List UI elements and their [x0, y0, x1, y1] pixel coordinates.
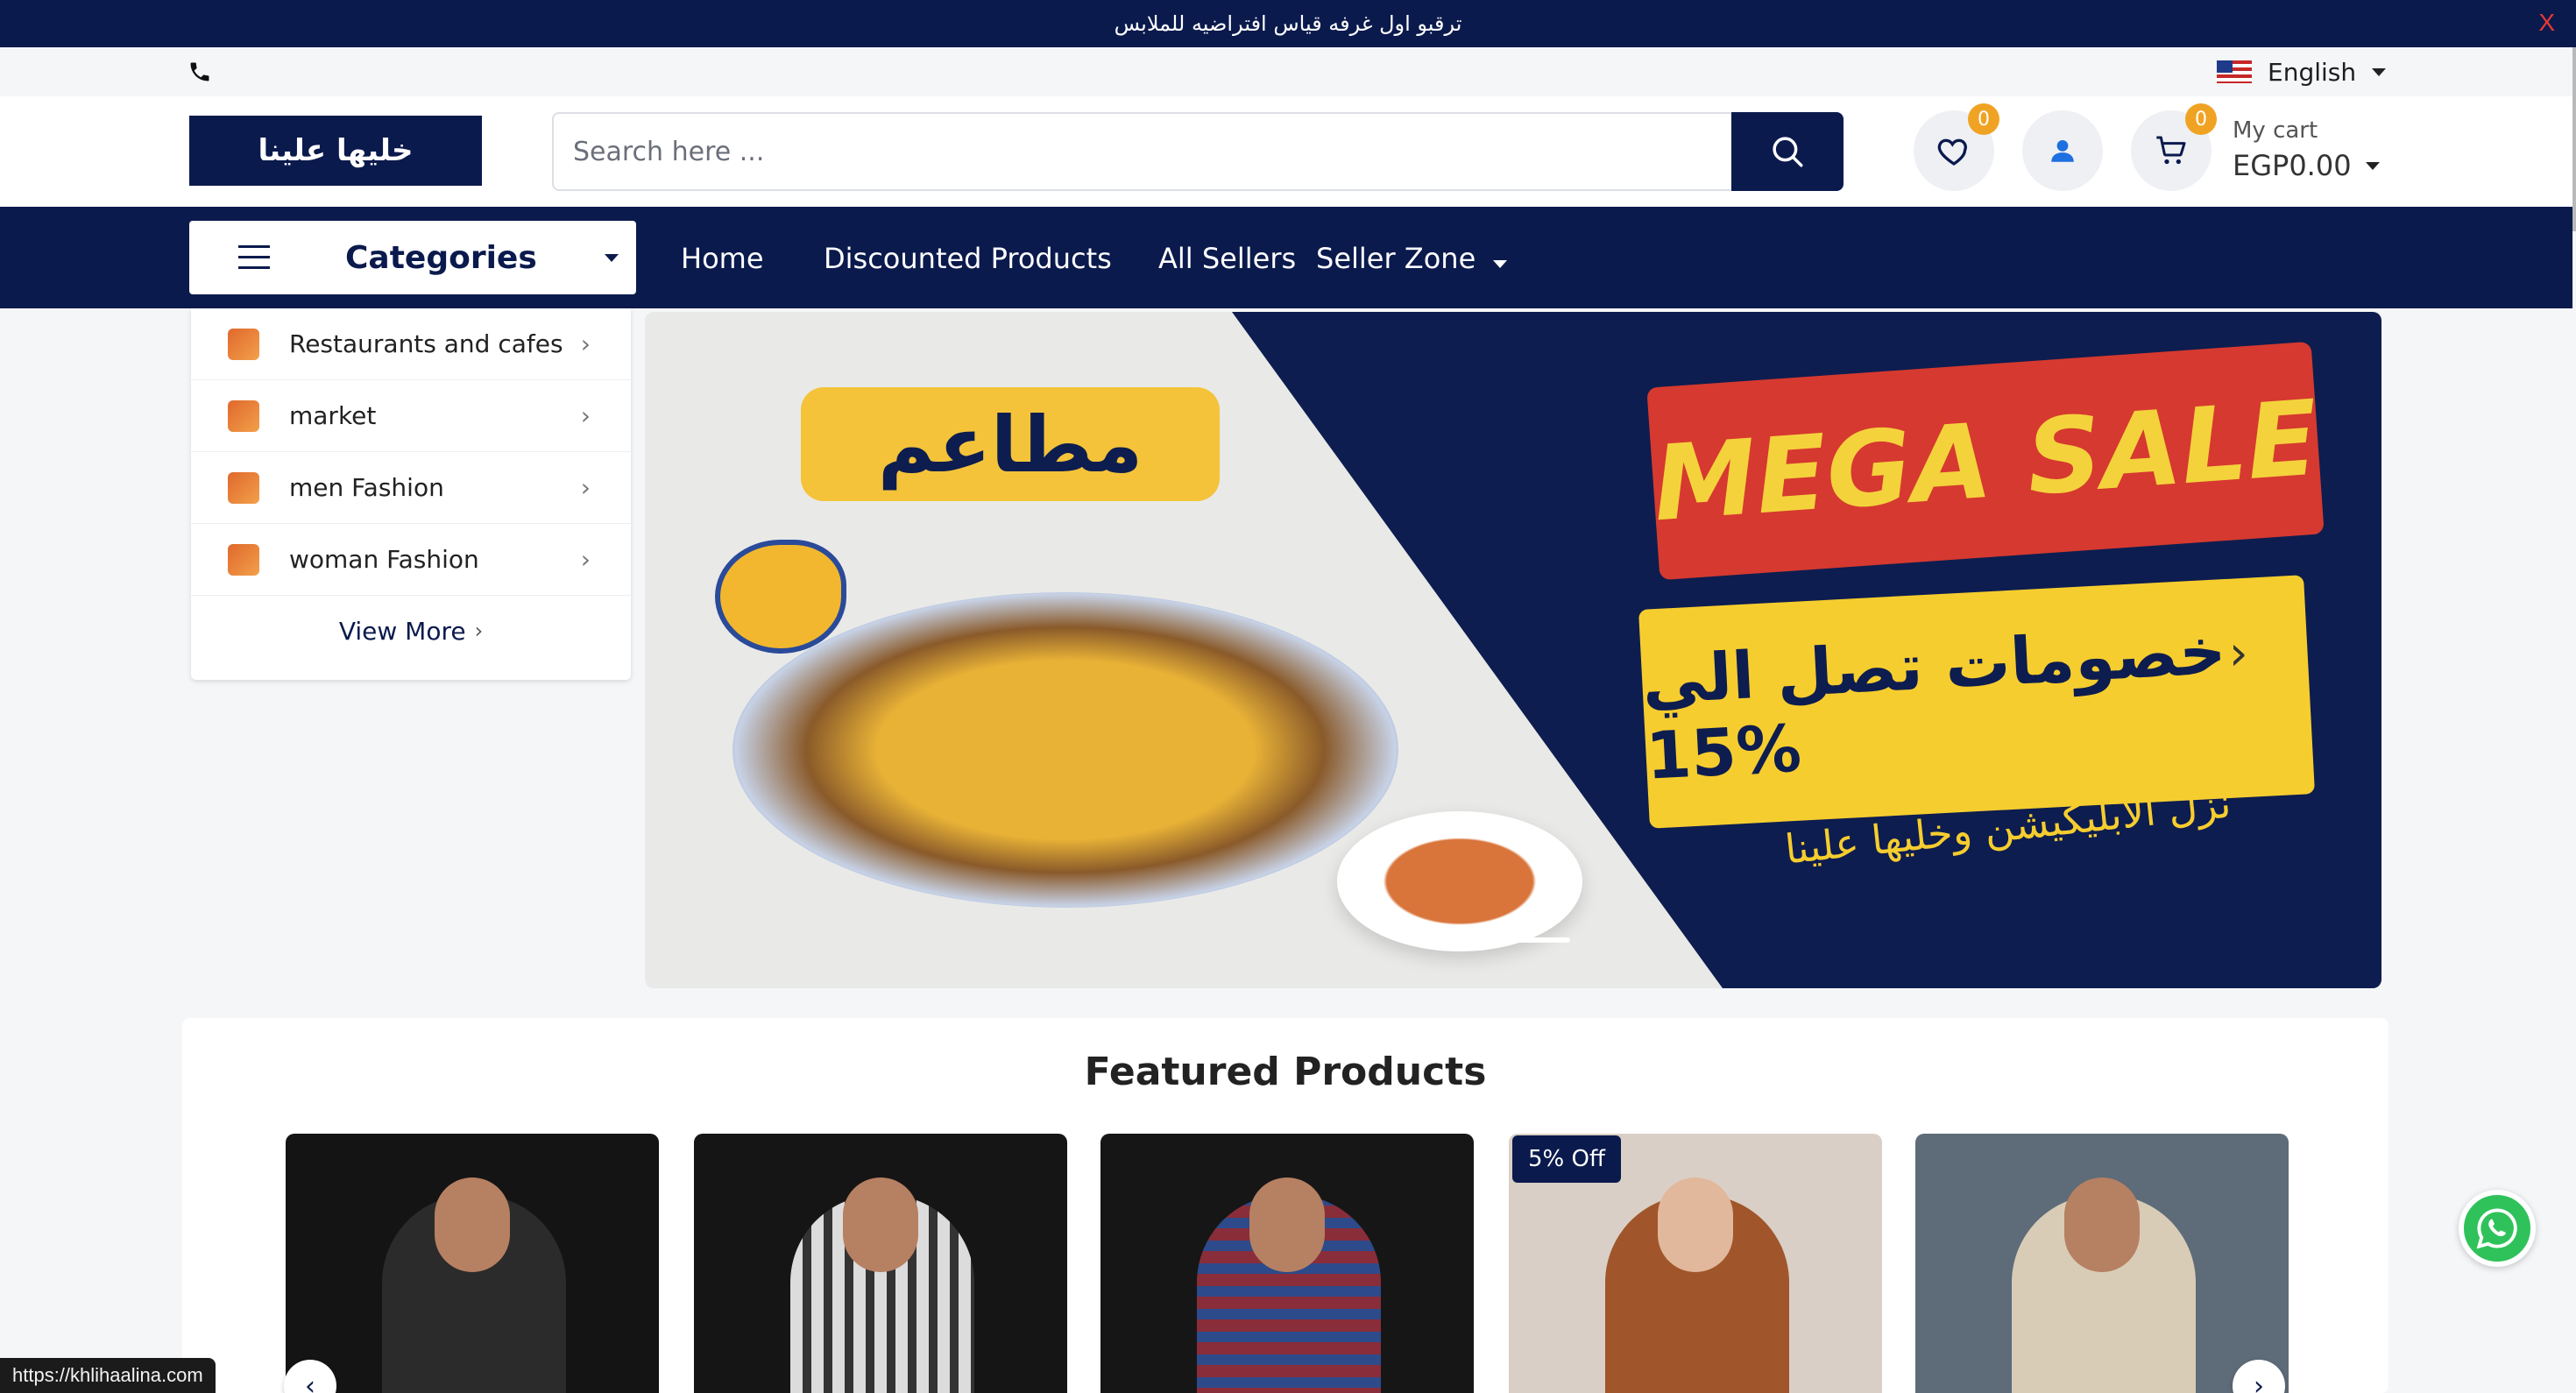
product-image-head	[1658, 1177, 1733, 1272]
status-bar-url: https://khlihaalina.com	[0, 1358, 216, 1393]
chevron-down-icon	[2372, 67, 2387, 76]
section-title: Featured Products	[1084, 1050, 1487, 1094]
search-bar	[552, 112, 1844, 191]
site-logo[interactable]: خليها علينا	[189, 116, 482, 186]
scrollbar[interactable]	[2572, 47, 2576, 231]
search-icon	[1773, 137, 1803, 167]
discount-badge: 5% Off	[1512, 1135, 1621, 1183]
cart-total: EGP0.00	[2233, 149, 2352, 182]
nav-seller-zone[interactable]: Seller Zone	[1316, 242, 1476, 275]
hero-banner[interactable]: مطاعم MEGA SALE خصومات تصل الي 15% نزل ا…	[645, 312, 2381, 988]
chevron-right-icon: ›	[474, 619, 484, 643]
woman-fashion-icon	[228, 543, 259, 576]
logo-text: خليها علينا	[258, 133, 414, 168]
category-item-market[interactable]: market ›	[191, 380, 631, 452]
banner-pill-text: مطاعم	[877, 399, 1143, 490]
search-button[interactable]	[1731, 112, 1844, 191]
nav-all-sellers[interactable]: All Sellers	[1158, 242, 1296, 275]
chevron-down-icon[interactable]	[1493, 260, 1507, 268]
category-item-woman-fashion[interactable]: woman Fashion ›	[191, 524, 631, 596]
product-card[interactable]	[694, 1134, 1067, 1393]
food-plate-image	[732, 592, 1398, 908]
market-icon	[228, 400, 259, 432]
cart-label: My cart	[2233, 117, 2318, 144]
category-label: men Fashion	[289, 473, 444, 502]
product-image-head	[1249, 1177, 1325, 1272]
category-item-men-fashion[interactable]: men Fashion ›	[191, 452, 631, 524]
chevron-down-icon	[605, 254, 619, 262]
product-card[interactable]	[1915, 1134, 2289, 1393]
cart-count-badge: 0	[2185, 103, 2217, 135]
search-input[interactable]	[573, 128, 1712, 175]
heart-icon	[1937, 138, 1967, 166]
phone-icon[interactable]	[188, 60, 212, 84]
announcement-bar: ترقبو اول غرفه قياس افتراضيه للملابس X	[0, 0, 2576, 47]
category-item-restaurants[interactable]: Restaurants and cafes ›	[191, 308, 631, 380]
chevron-right-icon: ›	[580, 473, 591, 502]
discount-text: خصومات تصل الي 15%	[1640, 613, 2228, 795]
categories-label: Categories	[345, 240, 537, 276]
wishlist-count-badge: 0	[1968, 103, 1999, 135]
chevron-right-icon: ›	[580, 329, 591, 358]
product-card[interactable]	[1100, 1134, 1474, 1393]
chevron-down-icon	[2365, 161, 2380, 170]
mega-sale-text: MEGA SALE	[1649, 377, 2322, 545]
view-more-link[interactable]: View More ›	[191, 596, 631, 666]
nav-discounted-products[interactable]: Discounted Products	[824, 242, 1112, 275]
wishlist-button[interactable]: 0	[1914, 103, 1999, 191]
language-label: English	[2268, 57, 2357, 87]
menu-icon	[238, 245, 270, 270]
product-card[interactable]	[286, 1134, 659, 1393]
account-button[interactable]	[2022, 110, 2103, 191]
top-bar: English	[0, 47, 2576, 96]
featured-products-section: Featured Products 5% Off	[182, 1018, 2388, 1393]
category-label: Restaurants and cafes	[289, 329, 563, 358]
language-selector[interactable]: English	[2217, 56, 2387, 88]
product-image-head	[435, 1177, 510, 1272]
nav-home[interactable]: Home	[681, 242, 764, 275]
chevron-right-icon: ›	[580, 401, 591, 430]
slider-next-icon[interactable]: ›	[2229, 626, 2248, 681]
men-fashion-icon	[228, 471, 259, 504]
whatsapp-icon	[2476, 1208, 2517, 1249]
slider-indicator[interactable]	[1518, 937, 1570, 943]
main-navbar: Categories Home Discounted Products All …	[0, 207, 2572, 308]
us-flag-icon	[2217, 60, 2252, 83]
category-label: market	[289, 401, 377, 430]
category-menu: Restaurants and cafes › market › men Fas…	[191, 308, 631, 680]
category-label: woman Fashion	[289, 545, 479, 574]
cart-summary[interactable]: My cart EGP0.00	[2233, 117, 2380, 182]
view-more-label: View More	[338, 616, 466, 646]
header: خليها علينا 0 0 My cart EGP0.00	[0, 96, 2576, 207]
user-icon	[2051, 139, 2074, 162]
soup-bowl-image	[1337, 811, 1582, 951]
product-card[interactable]: 5% Off	[1509, 1134, 1882, 1393]
categories-button[interactable]: Categories	[189, 221, 636, 294]
product-image-head	[843, 1177, 918, 1272]
banner-restaurants-pill: مطاعم	[801, 387, 1220, 501]
restaurant-icon	[228, 328, 259, 360]
close-announcement-button[interactable]: X	[2538, 9, 2555, 37]
product-image-head	[2064, 1177, 2140, 1272]
announcement-text: ترقبو اول غرفه قياس افتراضيه للملابس	[1114, 11, 1462, 36]
fish-mascot-icon	[715, 540, 846, 654]
cart-icon	[2156, 136, 2186, 165]
chevron-right-icon: ›	[580, 545, 591, 574]
whatsapp-button[interactable]	[2459, 1190, 2536, 1267]
cart-button[interactable]: 0	[2131, 103, 2217, 191]
